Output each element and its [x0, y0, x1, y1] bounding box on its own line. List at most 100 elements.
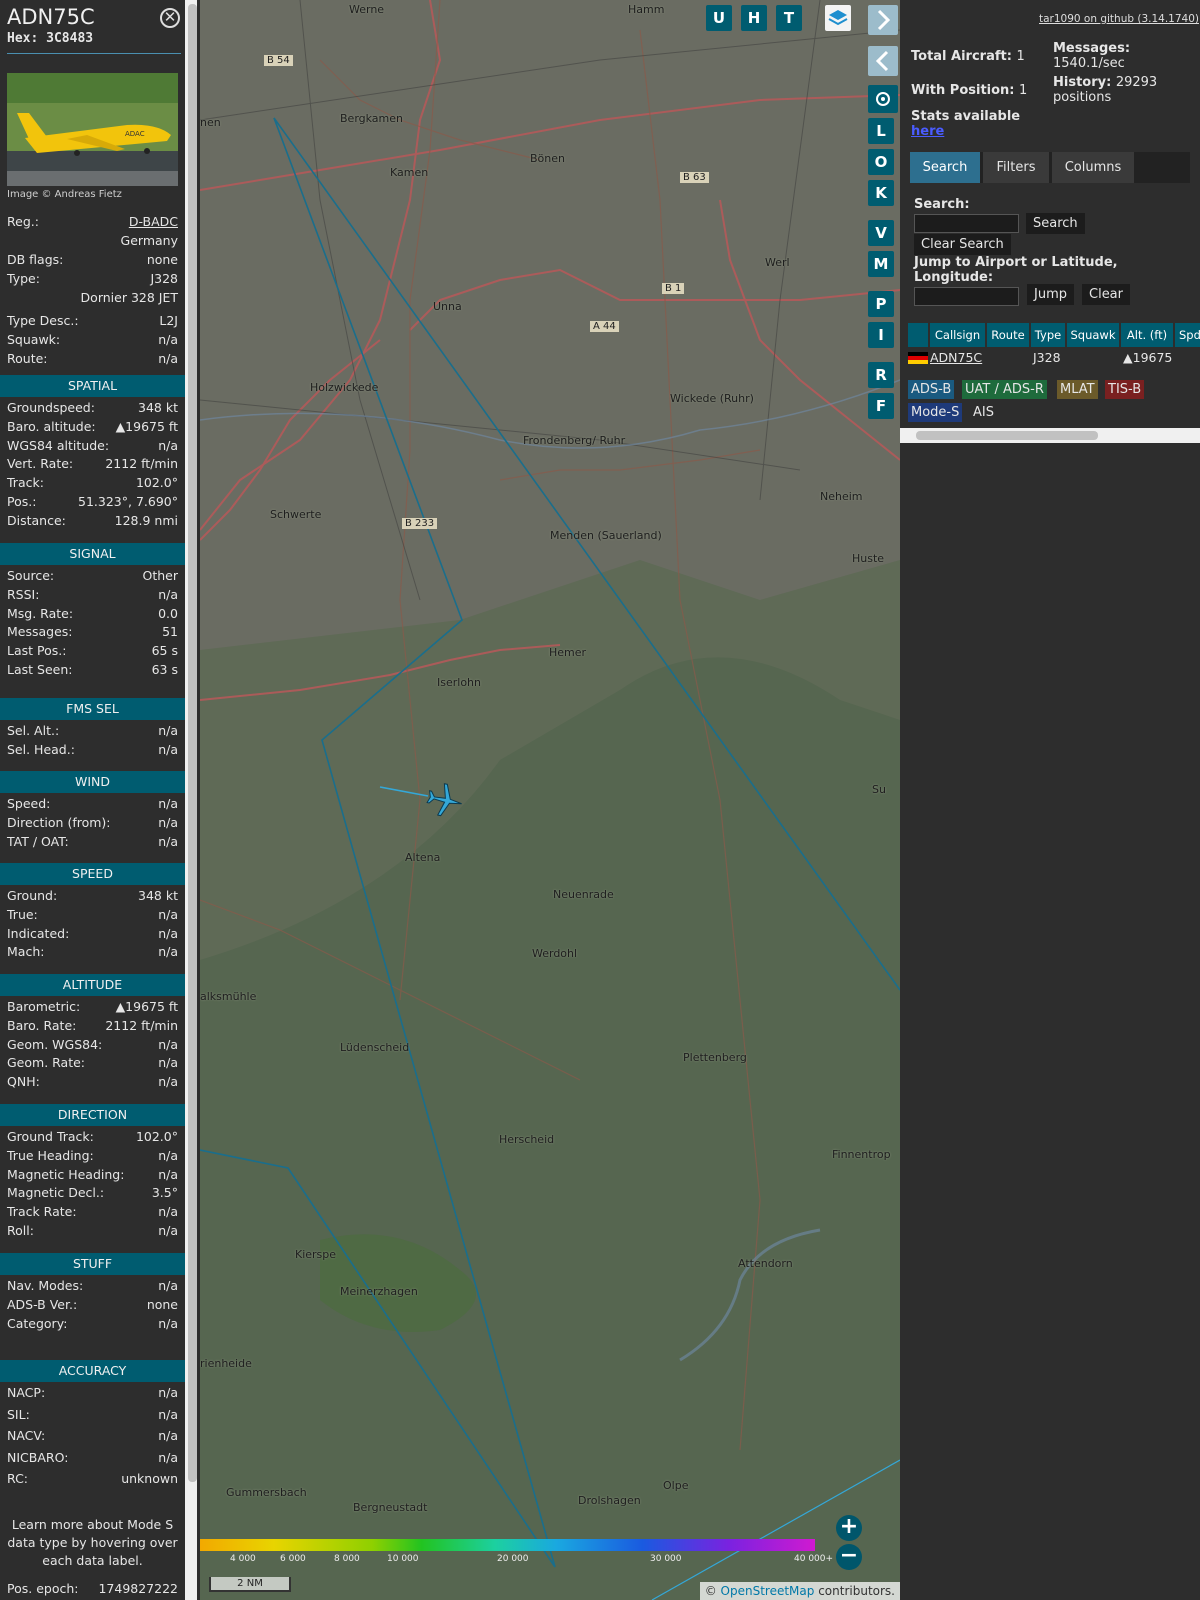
accuracy-row: SIL: n/a — [7, 1407, 178, 1425]
section-altitude: ALTITUDE — [0, 974, 185, 996]
jump-button[interactable]: Jump — [1027, 284, 1074, 305]
tab-bar: Search Filters Columns — [910, 152, 1190, 183]
map-button-i[interactable]: I — [868, 322, 894, 348]
map-button-o[interactable]: O — [868, 149, 894, 175]
road-label: B 1 — [662, 283, 685, 294]
accuracy-value: unknown — [121, 1471, 178, 1486]
osm-link[interactable]: OpenStreetMap — [721, 1584, 815, 1598]
fms-value: n/a — [158, 741, 178, 757]
accuracy-label: NACP: — [7, 1385, 46, 1400]
col-speed[interactable]: Spd — [1175, 323, 1200, 347]
divider — [7, 53, 181, 54]
mode-s-note: Learn more about Mode S data type by hov… — [7, 1517, 178, 1568]
place-label: Plettenberg — [683, 1051, 747, 1064]
aircraft-photo[interactable]: ADAC — [7, 73, 178, 186]
direction-label: Magnetic Decl.: — [7, 1185, 105, 1201]
clear-search-button[interactable]: Clear Search — [914, 234, 1011, 255]
spatial-label: Baro. altitude: — [7, 418, 96, 434]
direction-label: True Heading: — [7, 1147, 94, 1163]
place-label: Olpe — [663, 1479, 689, 1492]
total-aircraft: Total Aircraft: 1 — [911, 49, 1025, 64]
map-button-l[interactable]: L — [868, 118, 894, 144]
signal-row: Last Seen: 63 s — [7, 662, 178, 680]
col-squawk[interactable]: Squawk — [1067, 323, 1119, 347]
map-view[interactable]: Werne Hamm Bergkamen Kamen Bönen Unna Werl Holz… — [200, 0, 900, 1600]
wind-value: n/a — [158, 796, 178, 811]
scrollbar-thumb[interactable] — [188, 4, 197, 1482]
col-route[interactable]: Route — [987, 323, 1029, 347]
col-callsign[interactable]: Callsign — [930, 323, 985, 347]
place-label: Hamm — [628, 3, 665, 16]
close-icon[interactable]: ✕ — [160, 8, 180, 28]
chevron-left-icon[interactable] — [868, 46, 898, 76]
source-adsb: ADS-B — [908, 380, 955, 399]
squawk-row: Squawk: n/a — [7, 332, 178, 347]
aircraft-plane-icon[interactable] — [424, 780, 464, 820]
spatial-label: Track: — [7, 475, 44, 491]
map-button-f[interactable]: F — [868, 393, 894, 419]
place-label: Werl — [765, 256, 790, 269]
tab-search[interactable]: Search — [910, 152, 980, 183]
place-label: Kamen — [390, 166, 429, 179]
place-label: Unna — [433, 300, 462, 313]
row-callsign[interactable]: ADN75C — [930, 349, 982, 367]
section-spatial: SPATIAL — [0, 375, 185, 397]
place-label: Holzwickede — [310, 381, 379, 394]
search-input[interactable] — [914, 214, 1019, 233]
github-link[interactable]: tar1090 on github (3.14.1740) — [1039, 13, 1199, 25]
table-horizontal-scrollbar[interactable] — [900, 428, 1200, 443]
scrollbar-thumb[interactable] — [916, 431, 1098, 440]
map-button-p[interactable]: P — [868, 291, 894, 317]
color-scale-tick: 4 000 — [230, 1554, 256, 1564]
type-full-row: Dornier 328 JET — [80, 290, 178, 305]
map-button-u[interactable]: U — [706, 5, 732, 31]
source-ais: AIS — [973, 405, 994, 420]
color-scale-tick: 20 000 — [497, 1554, 529, 1564]
jump-input[interactable] — [914, 287, 1019, 306]
direction-row: Roll: n/a — [7, 1223, 178, 1241]
type-row: Type: J328 — [7, 271, 178, 286]
col-type[interactable]: Type — [1031, 323, 1065, 347]
signal-row: Msg. Rate: 0.0 — [7, 606, 178, 624]
stuff-row: ADS-B Ver.: none — [7, 1297, 178, 1315]
altitude-value: n/a — [158, 1074, 178, 1090]
signal-row: Messages: 51 — [7, 624, 178, 642]
map-button-t[interactable]: T — [776, 5, 802, 31]
map-button-h[interactable]: H — [741, 5, 767, 31]
layers-icon[interactable] — [825, 5, 851, 31]
map-button-k[interactable]: K — [868, 180, 894, 206]
col-altitude[interactable]: Alt. (ft) — [1121, 323, 1173, 347]
clear-button[interactable]: Clear — [1082, 284, 1130, 305]
tab-filters[interactable]: Filters — [983, 152, 1049, 183]
altitude-row: Barometric: ▲19675 ft — [7, 999, 178, 1017]
tab-columns[interactable]: Columns — [1052, 152, 1134, 183]
stuff-label: Nav. Modes: — [7, 1278, 84, 1293]
fms-label: Sel. Alt.: — [7, 723, 60, 738]
accuracy-value: n/a — [158, 1406, 178, 1422]
map-button-r[interactable]: R — [868, 362, 894, 388]
direction-row: Track Rate: n/a — [7, 1204, 178, 1222]
registration-link[interactable]: D-BADC — [129, 214, 178, 229]
row-type: J328 — [1033, 350, 1061, 365]
zoom-in-button[interactable]: + — [836, 1515, 862, 1541]
signal-value: n/a — [158, 586, 178, 602]
aircraft-callsign: ADN75C — [7, 5, 95, 29]
road-label: B 233 — [402, 518, 438, 529]
zoom-out-button[interactable]: − — [836, 1544, 862, 1570]
stats-link[interactable]: here — [911, 124, 944, 139]
spatial-row: Distance: 128.9 nmi — [7, 513, 178, 531]
color-scale-tick: 30 000 — [650, 1554, 682, 1564]
speed-row: True: n/a — [7, 907, 178, 925]
fms-value: n/a — [158, 723, 178, 738]
road-label: B 63 — [680, 172, 709, 183]
country: Germany — [120, 233, 178, 248]
map-button-v[interactable]: V — [868, 220, 894, 246]
speed-row: Mach: n/a — [7, 944, 178, 962]
chevron-right-icon[interactable] — [868, 5, 898, 35]
col-flag[interactable] — [908, 323, 928, 347]
settings-gear-icon[interactable] — [868, 85, 898, 113]
search-button[interactable]: Search — [1026, 213, 1085, 234]
map-button-m[interactable]: M — [868, 251, 894, 277]
aircraft-info-panel: ADN75C Hex: 3C8483 ✕ ADAC Image © Andrea… — [0, 0, 185, 1600]
accuracy-row: NACV: n/a — [7, 1428, 178, 1446]
